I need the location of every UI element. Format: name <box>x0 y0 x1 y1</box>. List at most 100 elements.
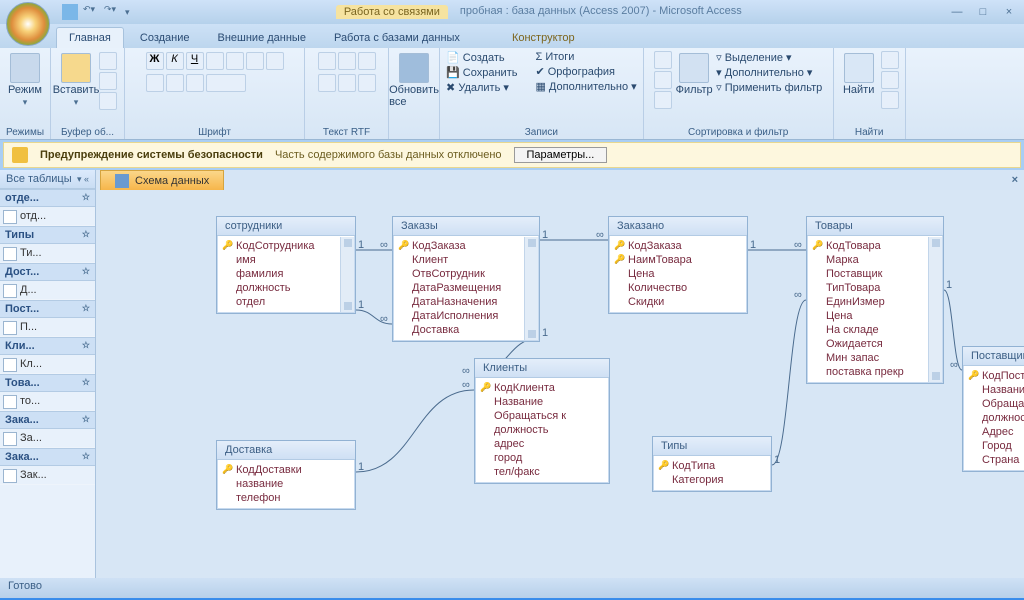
table-field[interactable]: КодДоставки <box>220 463 351 477</box>
table-field[interactable]: КодЗаказа <box>612 239 743 253</box>
table-field[interactable]: Страна <box>966 453 1024 467</box>
table-field[interactable]: Цена <box>612 267 743 281</box>
nav-group[interactable]: Това...☆ <box>0 374 95 392</box>
scrollbar[interactable] <box>524 237 538 340</box>
table-field[interactable]: Скидки <box>612 295 743 309</box>
table-field[interactable]: КодПоставщика <box>966 369 1024 383</box>
table-tipy[interactable]: Типы КодТипаКатегория <box>652 436 772 492</box>
fill-color-icon[interactable] <box>166 74 184 92</box>
table-field[interactable]: Обращаться к <box>478 409 605 423</box>
table-field[interactable]: Поставщик <box>810 267 939 281</box>
security-options-button[interactable]: Параметры... <box>514 147 608 163</box>
spelling-button[interactable]: ✔ Орфография <box>535 65 636 78</box>
table-field[interactable]: тел/факс <box>478 465 605 479</box>
copy-icon[interactable] <box>99 72 117 90</box>
toggle-filter-button[interactable]: ▿ Применить фильтр <box>716 81 822 94</box>
save-record-button[interactable]: 💾 Сохранить <box>446 66 517 79</box>
table-field[interactable]: телефон <box>220 491 351 505</box>
select-icon[interactable] <box>881 91 899 109</box>
indent-inc-icon[interactable] <box>318 74 336 92</box>
alt-row-color-icon[interactable] <box>186 74 204 92</box>
bullets-icon[interactable] <box>318 52 336 70</box>
close-tab-button[interactable]: × <box>1012 174 1018 186</box>
gridlines-icon[interactable] <box>266 52 284 70</box>
table-title[interactable]: Заказано <box>609 217 747 236</box>
numbering-icon[interactable] <box>338 52 356 70</box>
table-dostavka[interactable]: ДоставкаКодДоставкиназваниетелефон <box>216 440 356 510</box>
table-field[interactable]: Название <box>478 395 605 409</box>
nav-item[interactable]: За... <box>0 429 95 448</box>
table-field[interactable]: фамилия <box>220 267 351 281</box>
tab-external-data[interactable]: Внешние данные <box>206 28 318 48</box>
table-field[interactable]: Мин запас <box>810 351 939 365</box>
save-icon[interactable] <box>62 4 78 20</box>
table-field[interactable]: КодСотрудника <box>220 239 351 253</box>
tab-schema[interactable]: Схема данных <box>100 170 224 191</box>
sort-desc-icon[interactable] <box>654 71 672 89</box>
nav-group[interactable]: Зака...☆ <box>0 411 95 429</box>
office-button[interactable] <box>6 2 50 46</box>
new-record-button[interactable]: 📄 Создать <box>446 51 517 64</box>
table-sotrudniki[interactable]: сотрудникиКодСотрудникаимяфамилиядолжнос… <box>216 216 356 314</box>
maximize-button[interactable]: □ <box>974 6 992 18</box>
table-field[interactable]: Обращаться к <box>966 397 1024 411</box>
underline-icon[interactable]: Ч <box>186 52 204 70</box>
table-zakazano[interactable]: Заказано КодЗаказаНаимТовараЦенаКоличеств… <box>608 216 748 314</box>
cut-icon[interactable] <box>99 52 117 70</box>
table-title[interactable]: Поставщики <box>963 347 1024 366</box>
table-field[interactable]: КодЗаказа <box>396 239 535 253</box>
totals-button[interactable]: Σ Итоги <box>535 51 636 63</box>
table-title[interactable]: Товары <box>807 217 943 236</box>
nav-group[interactable]: отде...☆ <box>0 189 95 207</box>
redo-icon[interactable]: ↷▾ <box>104 4 120 20</box>
align-center-icon[interactable] <box>226 52 244 70</box>
table-title[interactable]: Типы <box>653 437 771 456</box>
table-field[interactable]: КодТовара <box>810 239 939 253</box>
minimize-button[interactable]: — <box>948 6 966 18</box>
table-field[interactable]: ДатаРазмещения <box>396 281 535 295</box>
table-field[interactable]: должность <box>478 423 605 437</box>
table-field[interactable]: адрес <box>478 437 605 451</box>
table-field[interactable]: НаимТовара <box>612 253 743 267</box>
table-field[interactable]: ДатаИсполнения <box>396 309 535 323</box>
selection-filter-button[interactable]: ▿ Выделение ▾ <box>716 51 822 64</box>
nav-header[interactable]: Все таблицы▾ « <box>0 170 95 189</box>
table-field[interactable]: КодТипа <box>656 459 767 473</box>
more-records-button[interactable]: ▦ Дополнительно ▾ <box>535 80 636 93</box>
table-field[interactable]: город <box>478 451 605 465</box>
table-field[interactable]: Адрес <box>966 425 1024 439</box>
nav-group[interactable]: Кли...☆ <box>0 337 95 355</box>
table-field[interactable]: Ожидается <box>810 337 939 351</box>
table-field[interactable]: должность <box>220 281 351 295</box>
nav-item[interactable]: Зак... <box>0 466 95 485</box>
table-field[interactable]: название <box>220 477 351 491</box>
table-field[interactable]: Клиент <box>396 253 535 267</box>
nav-group[interactable]: Типы☆ <box>0 226 95 244</box>
table-field[interactable]: поставка прекр <box>810 365 939 379</box>
scrollbar[interactable] <box>340 237 354 312</box>
tab-database-tools[interactable]: Работа с базами данных <box>322 28 472 48</box>
tab-design[interactable]: Конструктор <box>500 28 587 48</box>
table-zakazy[interactable]: ЗаказыКодЗаказаКлиентОтвСотрудникДатаРаз… <box>392 216 540 342</box>
table-field[interactable]: должность <box>966 411 1024 425</box>
nav-item[interactable]: то... <box>0 392 95 411</box>
table-field[interactable]: На складе <box>810 323 939 337</box>
table-field[interactable]: Количество <box>612 281 743 295</box>
ltr-icon[interactable] <box>338 74 356 92</box>
align-right-icon[interactable] <box>246 52 264 70</box>
nav-group[interactable]: Дост...☆ <box>0 263 95 281</box>
format-painter-icon[interactable] <box>99 92 117 110</box>
tab-home[interactable]: Главная <box>56 27 124 48</box>
view-button[interactable]: Режим▾ <box>6 51 44 110</box>
nav-item[interactable]: Кл... <box>0 355 95 374</box>
italic-icon[interactable]: К <box>166 52 184 70</box>
replace-icon[interactable] <box>881 51 899 69</box>
table-field[interactable]: ЕдинИзмер <box>810 295 939 309</box>
table-field[interactable]: Категория <box>656 473 767 487</box>
table-field[interactable]: Марка <box>810 253 939 267</box>
clear-sort-icon[interactable] <box>654 91 672 109</box>
delete-record-button[interactable]: ✖ Удалить ▾ <box>446 81 517 94</box>
nav-item[interactable]: Ти... <box>0 244 95 263</box>
table-field[interactable]: имя <box>220 253 351 267</box>
grid-style-icon[interactable] <box>206 74 246 92</box>
